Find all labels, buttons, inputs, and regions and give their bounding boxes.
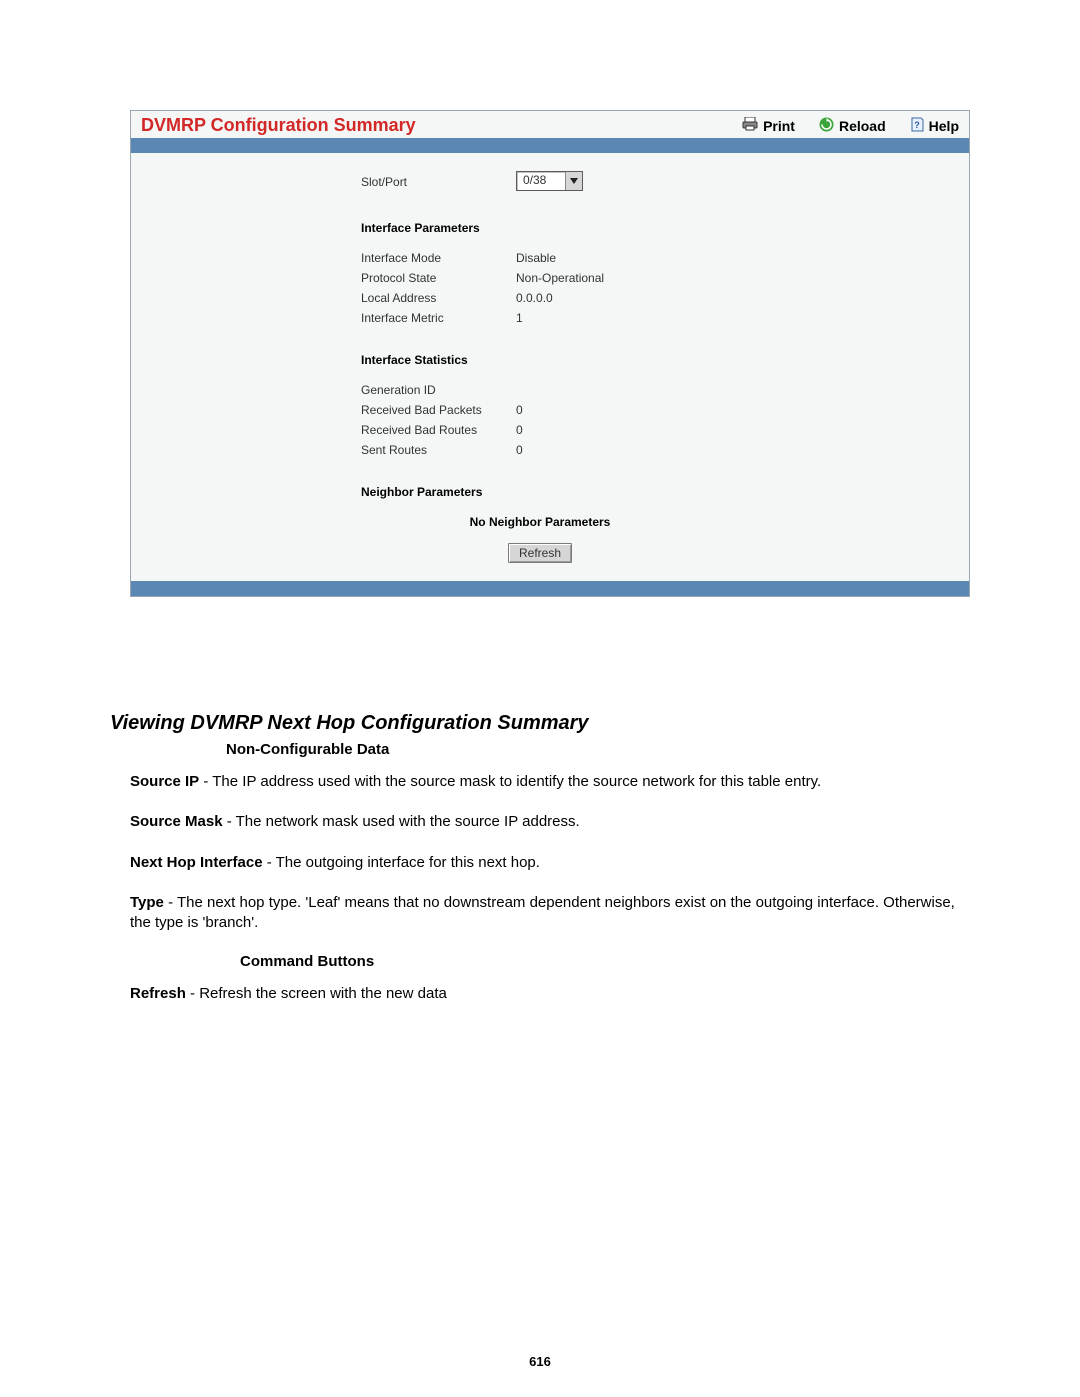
row-received-bad-routes: Received Bad Routes 0 [361,423,949,437]
print-link[interactable]: Print [742,117,795,134]
reload-link[interactable]: Reload [819,117,886,135]
value-interface-metric: 1 [516,311,949,325]
value-sent-routes: 0 [516,443,949,457]
desc-refresh: - Refresh the screen with the new data [186,985,447,1002]
reload-label: Reload [839,118,886,134]
value-received-bad-routes: 0 [516,423,949,437]
slot-port-select[interactable]: 0/38 [516,171,583,191]
label-received-bad-packets: Received Bad Packets [361,403,516,417]
svg-text:?: ? [914,120,920,130]
panel-top-bar [131,138,969,153]
term-type: Type [130,894,164,911]
term-next-hop: Next Hop Interface [130,854,263,871]
help-icon: ? [910,117,924,135]
row-interface-metric: Interface Metric 1 [361,311,949,325]
doc-para-source-mask: Source Mask - The network mask used with… [130,812,970,832]
label-sent-routes: Sent Routes [361,443,516,457]
row-local-address: Local Address 0.0.0.0 [361,291,949,305]
value-protocol-state: Non-Operational [516,271,949,285]
doc-subhead-nonconfig: Non-Configurable Data [226,741,970,758]
panel-title: DVMRP Configuration Summary [141,115,416,136]
term-source-mask: Source Mask [130,813,223,830]
panel-header: DVMRP Configuration Summary Print [131,111,969,138]
panel-actions: Print Reload [742,117,959,135]
config-panel: DVMRP Configuration Summary Print [130,110,970,597]
desc-source-mask: - The network mask used with the source … [223,813,580,830]
row-generation-id: Generation ID [361,383,949,397]
doc-para-next-hop: Next Hop Interface - The outgoing interf… [130,853,970,873]
print-label: Print [763,118,795,134]
section-neighbor-parameters: Neighbor Parameters [361,485,949,499]
slot-port-label: Slot/Port [361,173,516,189]
desc-source-ip: - The IP address used with the source ma… [199,773,821,790]
doc-para-type: Type - The next hop type. 'Leaf' means t… [130,893,970,934]
row-received-bad-packets: Received Bad Packets 0 [361,403,949,417]
reload-icon [819,117,834,135]
label-received-bad-routes: Received Bad Routes [361,423,516,437]
page-number: 616 [0,1354,1080,1369]
desc-type: - The next hop type. 'Leaf' means that n… [130,894,955,931]
row-sent-routes: Sent Routes 0 [361,443,949,457]
slot-port-value: 0/38 [517,172,565,190]
help-link[interactable]: ? Help [910,117,959,135]
doc-subhead-command-buttons: Command Buttons [240,953,970,970]
value-local-address: 0.0.0.0 [516,291,949,305]
panel-bottom-bar [131,581,969,596]
doc-para-refresh: Refresh - Refresh the screen with the ne… [130,984,970,1004]
desc-next-hop: - The outgoing interface for this next h… [263,854,540,871]
term-refresh: Refresh [130,985,186,1002]
row-interface-mode: Interface Mode Disable [361,251,949,265]
help-label: Help [929,118,959,134]
label-interface-mode: Interface Mode [361,251,516,265]
doc-para-source-ip: Source IP - The IP address used with the… [130,772,970,792]
panel-body: Slot/Port 0/38 Interface Parameters Inte… [131,153,969,581]
chevron-down-icon [565,172,582,190]
label-generation-id: Generation ID [361,383,516,397]
doc-heading: Viewing DVMRP Next Hop Configuration Sum… [110,712,970,735]
slot-port-row: Slot/Port 0/38 [361,171,949,191]
term-source-ip: Source IP [130,773,199,790]
print-icon [742,117,758,134]
label-protocol-state: Protocol State [361,271,516,285]
label-local-address: Local Address [361,291,516,305]
no-neighbor-message: No Neighbor Parameters [131,515,949,529]
refresh-button[interactable]: Refresh [508,543,572,563]
row-protocol-state: Protocol State Non-Operational [361,271,949,285]
value-received-bad-packets: 0 [516,403,949,417]
value-interface-mode: Disable [516,251,949,265]
label-interface-metric: Interface Metric [361,311,516,325]
section-interface-statistics: Interface Statistics [361,353,949,367]
section-interface-parameters: Interface Parameters [361,221,949,235]
